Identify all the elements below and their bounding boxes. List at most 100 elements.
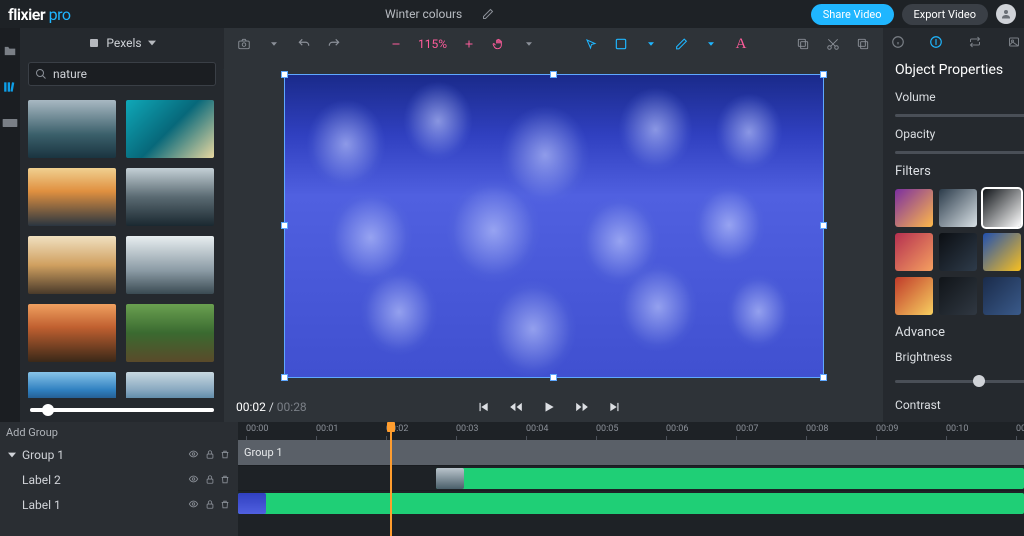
- filter-swatch[interactable]: [895, 189, 933, 227]
- timeline-row[interactable]: [238, 465, 1024, 490]
- delete-icon[interactable]: [220, 449, 230, 460]
- timeline-group-strip[interactable]: Group 1: [238, 440, 1024, 465]
- cut-icon[interactable]: [825, 36, 841, 52]
- zoom-in-icon[interactable]: [461, 36, 477, 52]
- rail-image-icon[interactable]: [0, 114, 20, 132]
- props-tab-properties-icon[interactable]: [929, 35, 943, 49]
- visibility-icon[interactable]: [187, 474, 200, 485]
- resize-handle[interactable]: [281, 71, 288, 78]
- volume-slider[interactable]: [895, 114, 1024, 117]
- timeline-group-header[interactable]: Group 1: [0, 442, 238, 467]
- properties-title: Object Properties: [895, 62, 1024, 78]
- thumbnail-size-slider[interactable]: [20, 398, 224, 422]
- filter-swatch[interactable]: [895, 233, 933, 271]
- resize-handle[interactable]: [820, 374, 827, 381]
- resize-handle[interactable]: [550, 374, 557, 381]
- resize-handle[interactable]: [820, 222, 827, 229]
- delete-icon[interactable]: [220, 499, 230, 510]
- resize-handle[interactable]: [550, 71, 557, 78]
- export-button[interactable]: Export Video: [902, 4, 988, 25]
- transport-end-icon[interactable]: [608, 400, 622, 414]
- transport-bar: 00:02 / 00:28: [224, 392, 883, 422]
- timeline-clip[interactable]: [436, 468, 1024, 489]
- text-tool-icon[interactable]: A: [733, 36, 749, 52]
- opacity-slider[interactable]: [895, 151, 1024, 154]
- user-avatar[interactable]: [996, 4, 1016, 24]
- timeline-ruler[interactable]: 00:0000:0100:0200:0300:0400:0500:0600:07…: [238, 422, 1024, 440]
- share-button[interactable]: Share Video: [811, 4, 894, 25]
- rectangle-tool-icon[interactable]: [613, 36, 629, 52]
- delete-icon[interactable]: [220, 474, 230, 485]
- resize-handle[interactable]: [281, 374, 288, 381]
- transport-forward-icon[interactable]: [574, 400, 590, 414]
- brightness-slider[interactable]: [895, 374, 1024, 388]
- edit-title-icon[interactable]: [480, 6, 496, 22]
- filter-swatch[interactable]: [939, 189, 977, 227]
- zoom-value[interactable]: 115%: [418, 37, 447, 51]
- library-thumb[interactable]: [28, 372, 116, 398]
- zoom-out-icon[interactable]: [388, 36, 404, 52]
- rail-library-icon[interactable]: [0, 78, 20, 96]
- chevron-down-icon: [8, 451, 16, 459]
- playhead[interactable]: [390, 422, 392, 536]
- library-thumb[interactable]: [126, 236, 214, 294]
- library-source-dropdown[interactable]: Pexels: [20, 28, 224, 58]
- library-thumb[interactable]: [126, 304, 214, 362]
- ruler-tick: 00:01: [316, 424, 338, 434]
- props-tab-image-icon[interactable]: [1007, 36, 1021, 48]
- timeline-track-row[interactable]: Label 1: [0, 492, 238, 517]
- lock-icon[interactable]: [205, 449, 215, 460]
- camera-icon[interactable]: [236, 36, 252, 52]
- library-thumb[interactable]: [28, 236, 116, 294]
- copy-icon[interactable]: [795, 36, 811, 52]
- shape-dropdown-icon[interactable]: [643, 36, 659, 52]
- library-thumb[interactable]: [28, 100, 116, 158]
- timeline-groups-panel: Add Group Group 1 Label 2 Label 1: [0, 422, 238, 536]
- pen-dropdown-icon[interactable]: [703, 36, 719, 52]
- props-tab-loop-icon[interactable]: [967, 36, 983, 48]
- props-tab-info-icon[interactable]: [891, 35, 905, 49]
- add-group-button[interactable]: Add Group: [0, 422, 238, 442]
- transport-start-icon[interactable]: [476, 400, 490, 414]
- pointer-tool-icon[interactable]: [583, 36, 599, 52]
- library-thumb[interactable]: [28, 304, 116, 362]
- library-thumbnail-grid: [20, 90, 224, 398]
- undo-icon[interactable]: [296, 36, 312, 52]
- ruler-tick: 00:09: [876, 424, 898, 434]
- filter-swatch[interactable]: [983, 233, 1021, 271]
- timeline-clip[interactable]: [238, 493, 1024, 514]
- visibility-icon[interactable]: [187, 449, 200, 460]
- timeline[interactable]: 00:0000:0100:0200:0300:0400:0500:0600:07…: [238, 422, 1024, 536]
- video-preview[interactable]: [284, 74, 824, 378]
- redo-icon[interactable]: [326, 36, 342, 52]
- project-title[interactable]: Winter colours: [385, 7, 462, 21]
- search-input-wrapper[interactable]: [28, 62, 216, 86]
- camera-dropdown-icon[interactable]: [266, 36, 282, 52]
- pen-tool-icon[interactable]: [673, 36, 689, 52]
- library-thumb[interactable]: [126, 168, 214, 226]
- filter-swatch[interactable]: [895, 277, 933, 315]
- library-search-input[interactable]: [53, 67, 209, 81]
- library-thumb[interactable]: [28, 168, 116, 226]
- transport-rewind-icon[interactable]: [508, 400, 524, 414]
- resize-handle[interactable]: [820, 71, 827, 78]
- timeline-row[interactable]: [238, 490, 1024, 515]
- library-thumb[interactable]: [126, 372, 214, 398]
- pan-hand-icon[interactable]: [491, 36, 507, 52]
- filter-swatch[interactable]: [939, 233, 977, 271]
- filter-swatch[interactable]: [983, 189, 1021, 227]
- library-thumb[interactable]: [126, 100, 214, 158]
- ruler-tick: 00:04: [526, 424, 548, 434]
- rail-folder-icon[interactable]: [0, 42, 20, 60]
- lock-icon[interactable]: [205, 474, 215, 485]
- pan-dropdown-icon[interactable]: [521, 36, 537, 52]
- filter-swatch[interactable]: [939, 277, 977, 315]
- paste-icon[interactable]: [855, 36, 871, 52]
- resize-handle[interactable]: [281, 222, 288, 229]
- ruler-tick: 00:03: [456, 424, 478, 434]
- timeline-track-row[interactable]: Label 2: [0, 467, 238, 492]
- transport-play-icon[interactable]: [542, 400, 556, 414]
- visibility-icon[interactable]: [187, 499, 200, 510]
- filter-swatch[interactable]: [983, 277, 1021, 315]
- lock-icon[interactable]: [205, 499, 215, 510]
